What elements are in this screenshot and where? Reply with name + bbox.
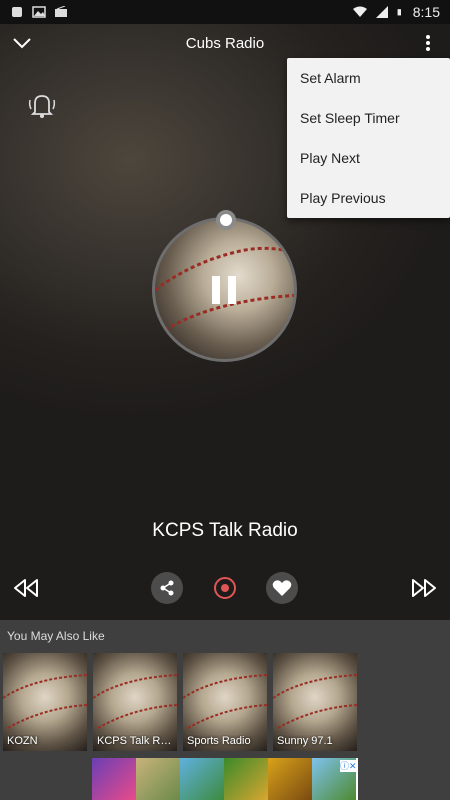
ad-game-thumbnail[interactable] (180, 758, 224, 800)
status-bar: 8:15 (0, 0, 450, 24)
radio-icon (55, 6, 67, 17)
share-button[interactable] (151, 572, 183, 604)
menu-item-sleep-timer[interactable]: Set Sleep Timer (287, 98, 450, 138)
station-title: KCPS Talk Radio (152, 520, 298, 541)
menu-item-set-alarm[interactable]: Set Alarm (287, 58, 450, 98)
pause-icon[interactable] (207, 272, 243, 308)
ad-game-thumbnail[interactable] (92, 758, 136, 800)
chevron-down-icon[interactable] (10, 31, 34, 55)
station-tile-label: Sports Radio (187, 735, 251, 747)
page-title: Cubs Radio (185, 34, 265, 52)
ad-game-thumbnail[interactable] (224, 758, 268, 800)
more-vert-icon[interactable] (416, 31, 440, 55)
share-icon (160, 580, 174, 596)
station-tile[interactable]: KCPS Talk Radio (93, 653, 177, 751)
ringing-bell-icon[interactable] (25, 88, 59, 122)
overflow-menu: Set Alarm Set Sleep Timer Play Next Play… (287, 58, 450, 218)
fast-forward-icon[interactable] (408, 572, 440, 604)
ad-banner[interactable]: ⓘ✕ (92, 758, 358, 800)
signal-icon (375, 6, 388, 18)
menu-item-play-previous[interactable]: Play Previous (287, 178, 450, 218)
battery-icon (397, 9, 401, 16)
favorite-button[interactable] (266, 572, 298, 604)
record-icon[interactable] (209, 572, 241, 604)
station-tile-label: KCPS Talk Radio (97, 735, 173, 747)
station-tile[interactable]: Sunny 97.1 (273, 653, 357, 751)
station-tile-label: KOZN (7, 735, 38, 747)
station-tile-label: Sunny 97.1 (277, 735, 333, 747)
player-header: Cubs Radio (0, 24, 450, 62)
wifi-icon (352, 6, 367, 17)
station-tile[interactable]: KOZN (3, 653, 87, 751)
menu-item-play-next[interactable]: Play Next (287, 138, 450, 178)
station-tile[interactable]: Sports Radio (183, 653, 267, 751)
section-heading: You May Also Like (7, 629, 105, 643)
rewind-icon[interactable] (10, 572, 42, 604)
image-icon (32, 6, 46, 18)
heart-icon (272, 580, 292, 596)
ad-game-thumbnail[interactable] (268, 758, 312, 800)
ad-game-thumbnail[interactable] (136, 758, 180, 800)
seek-knob[interactable] (216, 210, 236, 230)
status-time: 8:15 (412, 4, 440, 20)
notification-icon (12, 7, 22, 17)
ad-choices-icon[interactable]: ⓘ✕ (340, 760, 357, 772)
